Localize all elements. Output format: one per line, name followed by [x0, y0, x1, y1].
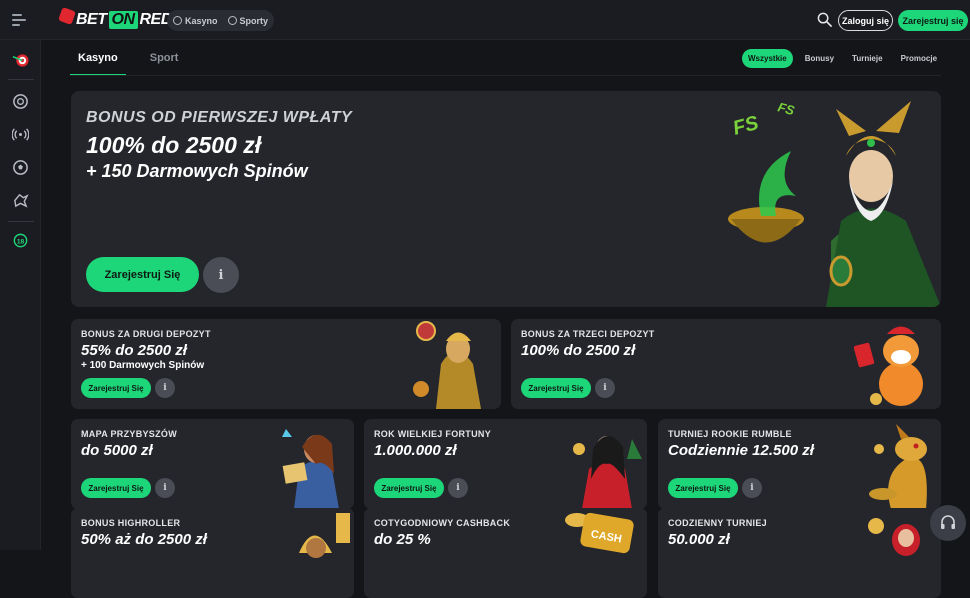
- sidebar: 18: [0, 40, 41, 550]
- responsible-gaming-icon[interactable]: 18: [12, 232, 29, 249]
- promo-card-highroller: BONUS HIGHROLLER 50% aż do 2500 zł: [71, 508, 354, 598]
- promo-card-rookie-rumble: TURNIEJ ROOKIE RUMBLE Codziennie 12.500 …: [658, 419, 941, 509]
- hero-extra: + 150 Darmowych Spinów: [86, 161, 308, 181]
- promo-card-daily-tournament: CODZIENNY TURNIEJ 50.000 zł: [658, 508, 941, 598]
- tournament-illustration: [868, 518, 920, 556]
- card-register-button[interactable]: Zarejestruj Się: [81, 478, 151, 498]
- card-register-button[interactable]: Zarejestruj Się: [374, 478, 444, 498]
- card-title: BONUS HIGHROLLER: [81, 518, 181, 528]
- register-button[interactable]: Zarejestruj się: [898, 10, 968, 31]
- card-value: 55% do 2500 zł: [81, 342, 187, 359]
- pharaoh-illustration: [299, 513, 350, 558]
- card-title: BONUS ZA DRUGI DEPOZYT: [81, 329, 211, 339]
- explorer-illustration: [282, 429, 339, 509]
- hero-banner: BONUS OD PIERWSZEJ WPŁATY 100% do 2500 z…: [71, 91, 941, 307]
- section-tabs: Kasyno Sport: [70, 48, 186, 76]
- tab-sport[interactable]: Sport: [142, 48, 187, 76]
- card-value: Codziennie 12.500 zł: [668, 442, 814, 459]
- hero-title: BONUS OD PIERWSZEJ WPŁATY: [86, 109, 353, 126]
- lady-illustration: [573, 435, 642, 509]
- nav-sporty-label: Sporty: [239, 15, 269, 26]
- card-register-button[interactable]: Zarejestruj Się: [668, 478, 738, 498]
- card-value: do 25 %: [374, 531, 431, 548]
- promo-filters: Wszystkie Bonusy Turnieje Promocje: [742, 49, 943, 68]
- brand-left: BET: [76, 11, 107, 28]
- search-icon[interactable]: [817, 12, 832, 27]
- card-title: ROK WIELKIEJ FORTUNY: [374, 429, 492, 439]
- support-chat-button[interactable]: [930, 505, 966, 541]
- hero-amount: 100% do 2500 zł: [86, 132, 262, 158]
- card-title: TURNIEJ ROOKIE RUMBLE: [668, 429, 792, 439]
- svg-text:FS: FS: [731, 112, 762, 140]
- promo-card-fortune: ROK WIELKIEJ FORTUNY 1.000.000 zł Zareje…: [364, 419, 647, 509]
- svg-text:FS: FS: [776, 99, 796, 118]
- card-value: do 5000 zł: [81, 442, 153, 459]
- tabs-divider: [70, 75, 941, 76]
- tiger-illustration: [853, 326, 923, 406]
- card-title: CODZIENNY TURNIEJ: [668, 518, 767, 528]
- hero-info-button[interactable]: i: [203, 257, 239, 293]
- promo-card-third-deposit: BONUS ZA TRZECI DEPOZYT 100% do 2500 zł …: [511, 319, 941, 409]
- filter-bonuses[interactable]: Bonusy: [799, 49, 840, 68]
- promo-card-map: MAPA PRZYBYSZÓW do 5000 zł Zarejestruj S…: [71, 419, 354, 509]
- card-register-button[interactable]: Zarejestruj Się: [521, 378, 591, 398]
- dragon-illustration: [869, 424, 927, 509]
- card-info-button[interactable]: i: [448, 478, 468, 498]
- card-value: 100% do 2500 zł: [521, 342, 636, 359]
- card-info-button[interactable]: i: [155, 378, 175, 398]
- dart-target-icon[interactable]: [12, 52, 29, 69]
- promo-card-cashback: COTYGODNIOWY CASHBACK do 25 % CASH: [364, 508, 647, 598]
- wizard-illustration: FS FS: [728, 99, 941, 307]
- card-title: MAPA PRZYBYSZÓW: [81, 429, 177, 439]
- card-register-button[interactable]: Zarejestruj Się: [81, 378, 151, 398]
- promo-card-second-deposit: BONUS ZA DRUGI DEPOZYT 55% do 2500 zł + …: [71, 319, 501, 409]
- casino-chip-icon: [173, 16, 182, 25]
- headset-icon: [941, 515, 955, 529]
- login-button[interactable]: Zaloguj się: [838, 10, 893, 31]
- card-value: 50.000 zł: [668, 531, 730, 548]
- card-info-button[interactable]: i: [742, 478, 762, 498]
- nav-kasyno-label: Kasyno: [185, 15, 218, 26]
- card-info-button[interactable]: i: [595, 378, 615, 398]
- card-title: COTYGODNIOWY CASHBACK: [374, 518, 511, 528]
- card-subtitle: + 100 Darmowych Spinów: [81, 360, 205, 371]
- cashback-sign-illustration: CASH: [565, 512, 634, 554]
- menu-icon[interactable]: [12, 13, 28, 27]
- filter-tournaments[interactable]: Turnieje: [846, 49, 889, 68]
- filter-all[interactable]: Wszystkie: [742, 49, 793, 68]
- casino-chip-icon[interactable]: [12, 93, 29, 110]
- filter-promotions[interactable]: Promocje: [895, 49, 943, 68]
- hero-register-button[interactable]: Zarejestruj Się: [86, 257, 199, 292]
- top-bar: BET ON RED Kasyno Sporty Zaloguj się Zar…: [0, 0, 970, 40]
- soccer-ball-icon[interactable]: [12, 159, 29, 176]
- brand-mid: ON: [108, 11, 138, 29]
- card-value: 1.000.000 zł: [374, 442, 457, 459]
- dice-icon: [58, 7, 76, 25]
- nav-sporty[interactable]: Sporty: [227, 15, 269, 26]
- tab-kasyno[interactable]: Kasyno: [70, 48, 126, 76]
- knight-illustration: [413, 321, 481, 409]
- nav-kasyno[interactable]: Kasyno: [173, 16, 218, 26]
- product-switcher: Kasyno Sporty: [167, 10, 275, 31]
- svg-text:18: 18: [17, 238, 25, 245]
- soccer-ball-icon: [227, 16, 237, 25]
- card-value: 50% aż do 2500 zł: [81, 531, 207, 548]
- card-title: BONUS ZA TRZECI DEPOZYT: [521, 329, 655, 339]
- card-info-button[interactable]: i: [155, 478, 175, 498]
- live-broadcast-icon[interactable]: [12, 126, 29, 143]
- esports-icon[interactable]: [12, 192, 29, 209]
- brand-logo[interactable]: BET ON RED: [58, 7, 172, 31]
